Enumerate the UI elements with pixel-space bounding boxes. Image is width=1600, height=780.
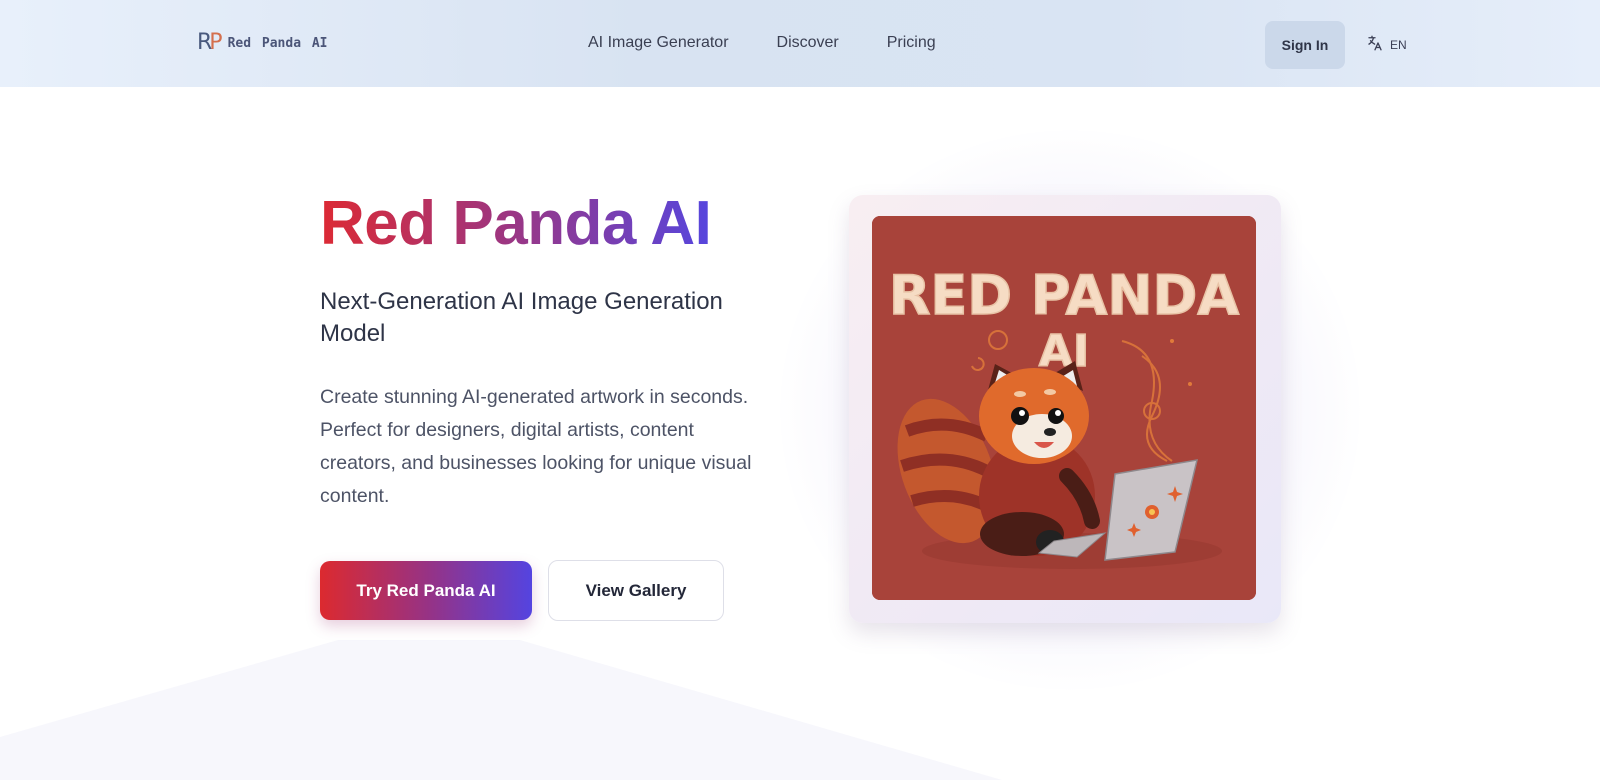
nav-pricing[interactable]: Pricing: [887, 34, 936, 52]
panda-head: [979, 361, 1089, 464]
view-gallery-button[interactable]: View Gallery: [548, 560, 724, 621]
hero-description: Create stunning AI-generated artwork in …: [320, 386, 752, 507]
logo-mark-p: P: [209, 30, 222, 55]
nav-discover[interactable]: Discover: [777, 34, 839, 52]
hero-title: Red Panda AI: [320, 189, 712, 258]
logo-mark-icon: RP: [197, 30, 223, 55]
logo[interactable]: RP Red Panda AI: [197, 32, 328, 54]
background-decorative-shape: [0, 640, 1002, 780]
language-selector[interactable]: EN: [1366, 34, 1407, 55]
top-navigation-bar: RP Red Panda AI AI Image Generator Disco…: [0, 0, 1600, 87]
image-text-line1: RED PANDA: [889, 264, 1240, 327]
sign-in-button[interactable]: Sign In: [1265, 21, 1345, 69]
showcase-image: RED PANDA AI: [872, 216, 1256, 600]
main-nav: AI Image Generator Discover Pricing: [588, 34, 936, 52]
red-panda-illustration: RED PANDA AI: [872, 216, 1256, 600]
nav-ai-image-generator[interactable]: AI Image Generator: [588, 34, 729, 52]
hero-subtitle: Next-Generation AI Image Generation Mode…: [320, 288, 723, 347]
language-label: EN: [1390, 37, 1407, 52]
logo-mark-r: R: [197, 30, 212, 55]
logo-text: Red Panda AI: [227, 35, 328, 51]
try-red-panda-ai-button[interactable]: Try Red Panda AI: [320, 561, 532, 620]
translate-icon: [1366, 34, 1384, 55]
